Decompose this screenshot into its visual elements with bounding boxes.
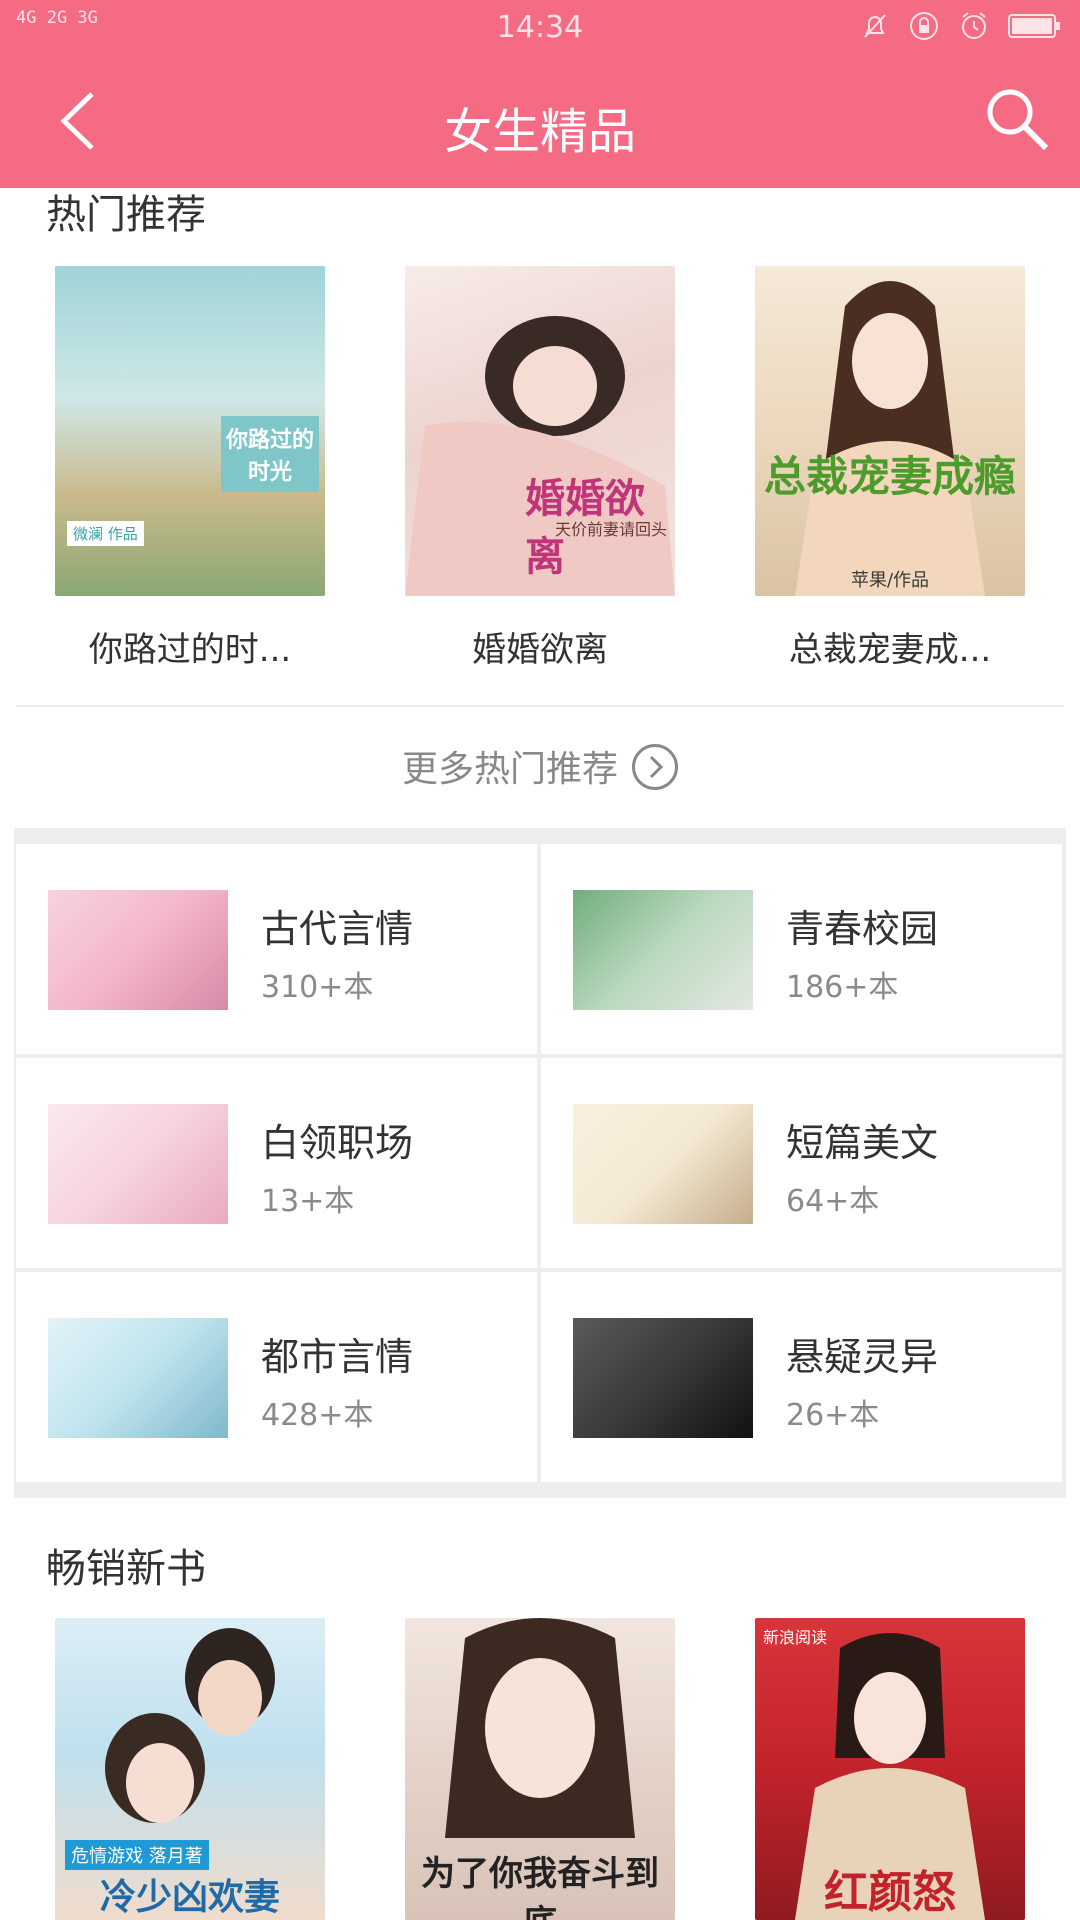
book-cover: 新浪阅读 红颜怒: [755, 1618, 1025, 1920]
app-bar: 女生精品: [0, 56, 1080, 188]
category-count: 428+本: [261, 1398, 374, 1433]
battery-icon: [1008, 14, 1060, 38]
chevron-right-circle-icon: [632, 744, 678, 790]
category-name: 青春校园: [786, 907, 939, 951]
book-card[interactable]: 新浪阅读 红颜怒: [755, 1618, 1025, 1920]
category-item-urban-romance[interactable]: 都市言情 428+本: [16, 1272, 537, 1482]
category-name: 悬疑灵异: [786, 1335, 939, 1379]
book-card[interactable]: 你路过的时光 微澜 作品 你路过的时...: [55, 266, 325, 671]
category-grid: 古代言情 310+本 青春校园 186+本 白领职场 13+本 短篇美文 64+…: [14, 844, 1066, 1482]
category-count: 64+本: [786, 1184, 880, 1219]
category-count: 310+本: [261, 970, 374, 1005]
category-count: 186+本: [786, 970, 899, 1005]
category-name: 白领职场: [261, 1121, 414, 1165]
category-item-campus[interactable]: 青春校园 186+本: [541, 844, 1062, 1054]
book-title: 婚婚欲离: [472, 630, 608, 670]
book-cover: 冷少凶欢妻 危情游戏 落月著: [55, 1618, 325, 1920]
category-thumbnail: [48, 1318, 228, 1438]
cover-subtitle: 天价前妻请回头: [555, 520, 668, 539]
cover-figure: [795, 281, 985, 596]
category-count: 13+本: [261, 1184, 355, 1219]
category-item-short-essays[interactable]: 短篇美文 64+本: [541, 1058, 1062, 1268]
lock-rotation-icon: [910, 12, 938, 40]
section-separator: [14, 828, 1066, 844]
book-card[interactable]: 总裁宠妻成瘾 苹果/作品 总裁宠妻成...: [755, 266, 1025, 671]
section-separator: [14, 1482, 1066, 1498]
book-cover: 总裁宠妻成瘾 苹果/作品: [755, 266, 1025, 596]
category-item-ancient-romance[interactable]: 古代言情 310+本: [16, 844, 537, 1054]
mute-bell-icon: [864, 14, 886, 38]
book-cover: 你路过的时光 微澜 作品: [55, 266, 325, 596]
alarm-icon: [962, 12, 986, 39]
more-hot-label: 更多热门推荐: [401, 749, 618, 790]
book-title: 总裁宠妻成...: [788, 630, 992, 670]
search-icon[interactable]: [982, 84, 1052, 154]
category-item-suspense[interactable]: 悬疑灵异 26+本: [541, 1272, 1062, 1482]
category-count: 26+本: [786, 1398, 880, 1433]
category-name: 都市言情: [261, 1335, 414, 1379]
more-hot-button[interactable]: 更多热门推荐: [0, 740, 1080, 794]
cover-title: 总裁宠妻成瘾: [763, 452, 1016, 501]
book-card[interactable]: 为了你我奋斗到底: [405, 1618, 675, 1920]
book-card[interactable]: 婚婚欲离 天价前妻请回头 婚婚欲离: [405, 266, 675, 671]
book-title: 你路过的时...: [88, 630, 292, 670]
status-bar: 4G 2G 3G 14:34: [0, 0, 1080, 56]
cover-badge: 新浪阅读: [763, 1628, 828, 1647]
status-icons: [860, 10, 1062, 42]
cover-author: 微澜 作品: [67, 521, 144, 546]
category-name: 短篇美文: [786, 1121, 939, 1165]
book-cover: 为了你我奋斗到底: [405, 1618, 675, 1920]
cover-title: 你路过的时光: [221, 416, 319, 492]
category-name: 古代言情: [261, 907, 414, 951]
category-thumbnail: [48, 890, 228, 1010]
book-cover: 婚婚欲离 天价前妻请回头: [405, 266, 675, 596]
category-thumbnail: [573, 1318, 753, 1438]
book-card[interactable]: 冷少凶欢妻 危情游戏 落月著: [55, 1618, 325, 1920]
cover-title: 红颜怒: [824, 1867, 956, 1918]
cover-author: 苹果/作品: [850, 570, 930, 591]
category-thumbnail: [573, 1104, 753, 1224]
page-title: 女生精品: [443, 104, 636, 160]
cover-title: 冷少凶欢妻: [99, 1877, 280, 1918]
category-item-workplace[interactable]: 白领职场 13+本: [16, 1058, 537, 1268]
section-title-hot: 热门推荐: [46, 192, 206, 238]
section-title-bestseller: 畅销新书: [46, 1546, 206, 1592]
cover-title: 为了你我奋斗到底: [421, 1854, 659, 1920]
cover-subtitle: 危情游戏 落月著: [65, 1840, 209, 1870]
divider: [16, 705, 1064, 707]
category-thumbnail: [573, 890, 753, 1010]
category-thumbnail: [48, 1104, 228, 1224]
